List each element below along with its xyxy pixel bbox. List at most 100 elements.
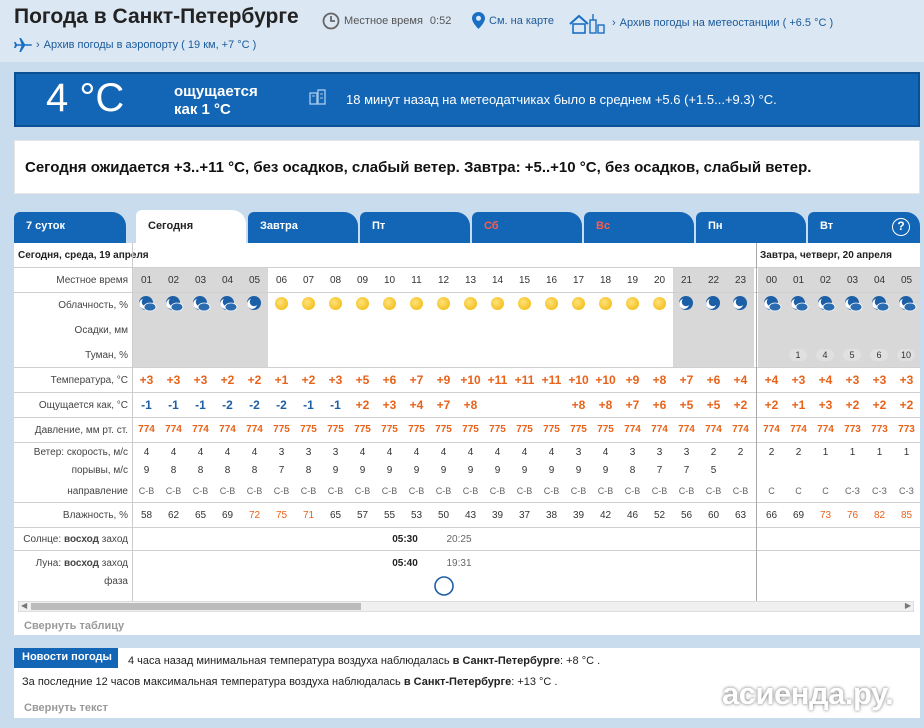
scroll-right-icon[interactable]: ▶ xyxy=(905,601,911,610)
scrollbar-thumb[interactable] xyxy=(31,603,361,610)
wind-direction-cell: С-В xyxy=(435,486,452,496)
sun-icon xyxy=(329,297,342,310)
feels-cell: -1 xyxy=(168,398,179,412)
label-sun-text: Солнце: xyxy=(23,534,62,545)
temp-cell: +6 xyxy=(706,373,721,387)
map-link[interactable]: См. на карте xyxy=(472,12,554,29)
wind-direction-cell: С-В xyxy=(732,486,749,496)
moon-cloud-icon xyxy=(219,296,237,312)
moon-cloud-icon xyxy=(763,296,781,312)
hour-cell: 03 xyxy=(846,275,859,286)
wind-speed-cell: 1 xyxy=(849,447,856,458)
feels-cell: +7 xyxy=(436,398,451,412)
humidity-cell: 38 xyxy=(545,510,558,521)
feels-cell: +5 xyxy=(679,398,694,412)
wind-gust-cell: 9 xyxy=(440,465,447,476)
wind-speed-cell: 3 xyxy=(575,447,582,458)
wind-gust-cell: 8 xyxy=(251,465,258,476)
wind-gust-cell: 9 xyxy=(467,465,474,476)
label-cloud: Облачность, % xyxy=(58,300,128,311)
temp-cell: +2 xyxy=(220,373,235,387)
humidity-cell: 73 xyxy=(819,510,832,521)
moon-phase-icon xyxy=(434,576,454,596)
humidity-cell: 50 xyxy=(437,510,450,521)
sun-icon xyxy=(491,297,504,310)
pressure-cell: 773 xyxy=(898,424,915,435)
wind-gust-cell: 9 xyxy=(359,465,366,476)
wind-direction-cell: С-В xyxy=(192,486,209,496)
wind-gust-cell: 9 xyxy=(521,465,528,476)
label-column-divider xyxy=(132,243,133,601)
help-icon[interactable]: ? xyxy=(892,218,910,236)
wind-speed-cell: 4 xyxy=(359,447,366,458)
tab-tomorrow[interactable]: Завтра xyxy=(248,212,358,243)
tab-mon[interactable]: Пн xyxy=(696,212,806,243)
hour-cell: 21 xyxy=(680,275,693,286)
news-line-1-city[interactable]: в Санкт-Петербурге xyxy=(453,655,560,667)
moon-cloud-icon xyxy=(192,296,210,312)
tab-sun[interactable]: Вс xyxy=(584,212,694,243)
wind-speed-cell: 3 xyxy=(656,447,663,458)
temp-cell: +4 xyxy=(733,373,748,387)
tab-tue[interactable]: Вт ? xyxy=(808,212,920,243)
table-scrollbar[interactable]: ◀ ▶ xyxy=(18,601,914,612)
wind-direction-cell: С-В xyxy=(354,486,371,496)
hour-cell: 11 xyxy=(411,275,422,286)
wind-speed-cell: 4 xyxy=(602,447,609,458)
wind-gust-cell: 7 xyxy=(683,465,690,476)
news-line-2-city[interactable]: в Санкт-Петербурге xyxy=(404,676,511,688)
hour-cell: 19 xyxy=(626,275,639,286)
temp-cell: +9 xyxy=(625,373,640,387)
moon-cloud-icon xyxy=(871,296,889,312)
feels-cell: +4 xyxy=(409,398,424,412)
label-moonset: заход xyxy=(101,558,128,569)
airport-archive-link[interactable]: › Архив погоды в аэропорту ( 19 км, +7 °… xyxy=(14,38,256,52)
pressure-cell: 775 xyxy=(570,424,587,435)
collapse-table-link[interactable]: Свернуть таблицу xyxy=(24,620,124,632)
temp-cell: +3 xyxy=(193,373,208,387)
wind-direction-cell: С-В xyxy=(543,486,560,496)
feels-cell: +2 xyxy=(764,398,779,412)
label-gusts: порывы, м/с xyxy=(71,465,128,476)
wind-speed-cell: 3 xyxy=(629,447,636,458)
pressure-cell: 775 xyxy=(327,424,344,435)
airplane-icon xyxy=(14,38,32,52)
wind-direction-cell: С-З xyxy=(872,486,887,496)
moon-cloud-icon xyxy=(898,296,916,312)
wind-speed-cell: 3 xyxy=(305,447,312,458)
label-humidity: Влажность, % xyxy=(62,510,128,521)
forecast-summary: Сегодня ожидается +3..+11 °C, без осадко… xyxy=(14,140,920,194)
moon-cloud-icon xyxy=(165,296,183,312)
feels-cell: -1 xyxy=(195,398,206,412)
collapse-text-link[interactable]: Свернуть текст xyxy=(24,702,108,714)
wind-direction-cell: С-В xyxy=(327,486,344,496)
pressure-cell: 775 xyxy=(408,424,425,435)
hour-cell: 01 xyxy=(792,275,805,286)
feels-cell: +8 xyxy=(463,398,478,412)
feels-cell: +8 xyxy=(571,398,586,412)
pressure-cell: 774 xyxy=(246,424,263,435)
hour-cell: 14 xyxy=(491,275,504,286)
tab-fri[interactable]: Пт xyxy=(360,212,470,243)
pressure-cell: 774 xyxy=(219,424,236,435)
wind-direction-cell: С-В xyxy=(570,486,587,496)
tab-sat[interactable]: Сб xyxy=(472,212,582,243)
scroll-left-icon[interactable]: ◀ xyxy=(21,601,27,610)
sun-icon xyxy=(545,297,558,310)
pressure-cell: 773 xyxy=(844,424,861,435)
humidity-cell: 58 xyxy=(140,510,153,521)
news-tab[interactable]: Новости погоды xyxy=(14,648,118,668)
sun-icon xyxy=(437,297,450,310)
pressure-cell: 775 xyxy=(381,424,398,435)
pressure-cell: 774 xyxy=(678,424,695,435)
moon-cloud-icon xyxy=(817,296,835,312)
humidity-cell: 76 xyxy=(846,510,859,521)
pressure-cell: 775 xyxy=(435,424,452,435)
wind-direction-cell: С-В xyxy=(138,486,155,496)
tab-today[interactable]: Сегодня xyxy=(136,210,246,243)
wind-speed-cell: 4 xyxy=(521,447,528,458)
tab-7-days[interactable]: 7 суток xyxy=(14,212,126,243)
station-archive-link[interactable]: › Архив погоды на метеостанции ( +6.5 °C… xyxy=(568,12,833,34)
humidity-cell: 56 xyxy=(680,510,693,521)
wind-speed-cell: 4 xyxy=(386,447,393,458)
